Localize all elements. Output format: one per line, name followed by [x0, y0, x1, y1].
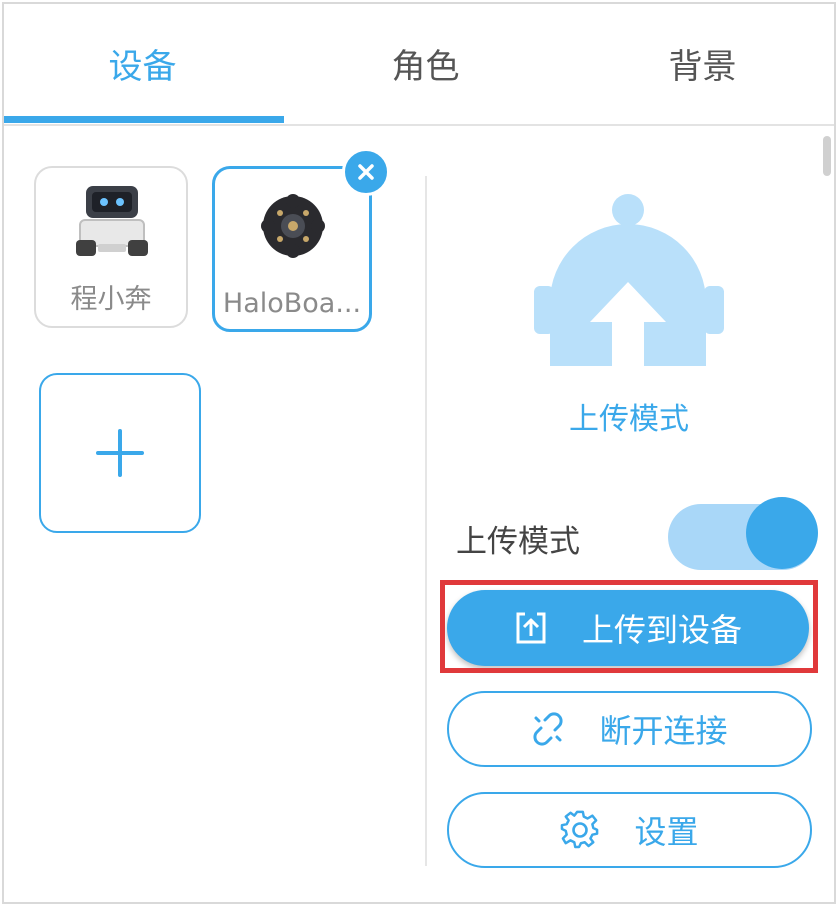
toggle-knob[interactable]: [746, 497, 818, 569]
plus-icon: [96, 429, 144, 481]
robot-car-icon: [74, 182, 150, 268]
add-device-button[interactable]: [39, 373, 201, 533]
disconnect-button-label: 断开连接: [599, 712, 728, 750]
upload-mode-icon: [532, 190, 732, 370]
tab-bar: 设备 角色 背景: [4, 4, 834, 126]
gear-icon: [560, 810, 600, 850]
device-name: 程小奔: [70, 284, 152, 315]
device-card-codey-rocky[interactable]: 程小奔: [34, 166, 188, 328]
close-icon: [357, 163, 375, 181]
tab-sprites[interactable]: 角色: [287, 4, 564, 122]
haloboard-icon: [258, 191, 328, 265]
upload-mode-toggle-label: 上传模式: [456, 524, 580, 560]
settings-button-label: 设置: [634, 813, 699, 851]
column-divider: [425, 176, 427, 866]
highlight-box: [440, 580, 818, 673]
disconnect-button[interactable]: 断开连接: [447, 691, 812, 767]
device-name: HaloBoa...: [222, 288, 362, 319]
device-card-haloboard[interactable]: HaloBoa...: [212, 166, 372, 332]
tab-devices[interactable]: 设备: [4, 4, 281, 122]
settings-button[interactable]: 设置: [447, 792, 812, 868]
scrollbar[interactable]: [823, 136, 831, 176]
device-panel: 设备 角色 背景 程小奔 HaloBoa... 上传模式 上传模式 上传到设备 …: [2, 2, 836, 904]
remove-device-button[interactable]: [342, 148, 390, 196]
upload-mode-caption: 上传模式: [569, 402, 689, 437]
unlink-icon: [531, 712, 565, 746]
tab-backgrounds[interactable]: 背景: [564, 4, 839, 122]
active-tab-indicator: [4, 116, 284, 123]
